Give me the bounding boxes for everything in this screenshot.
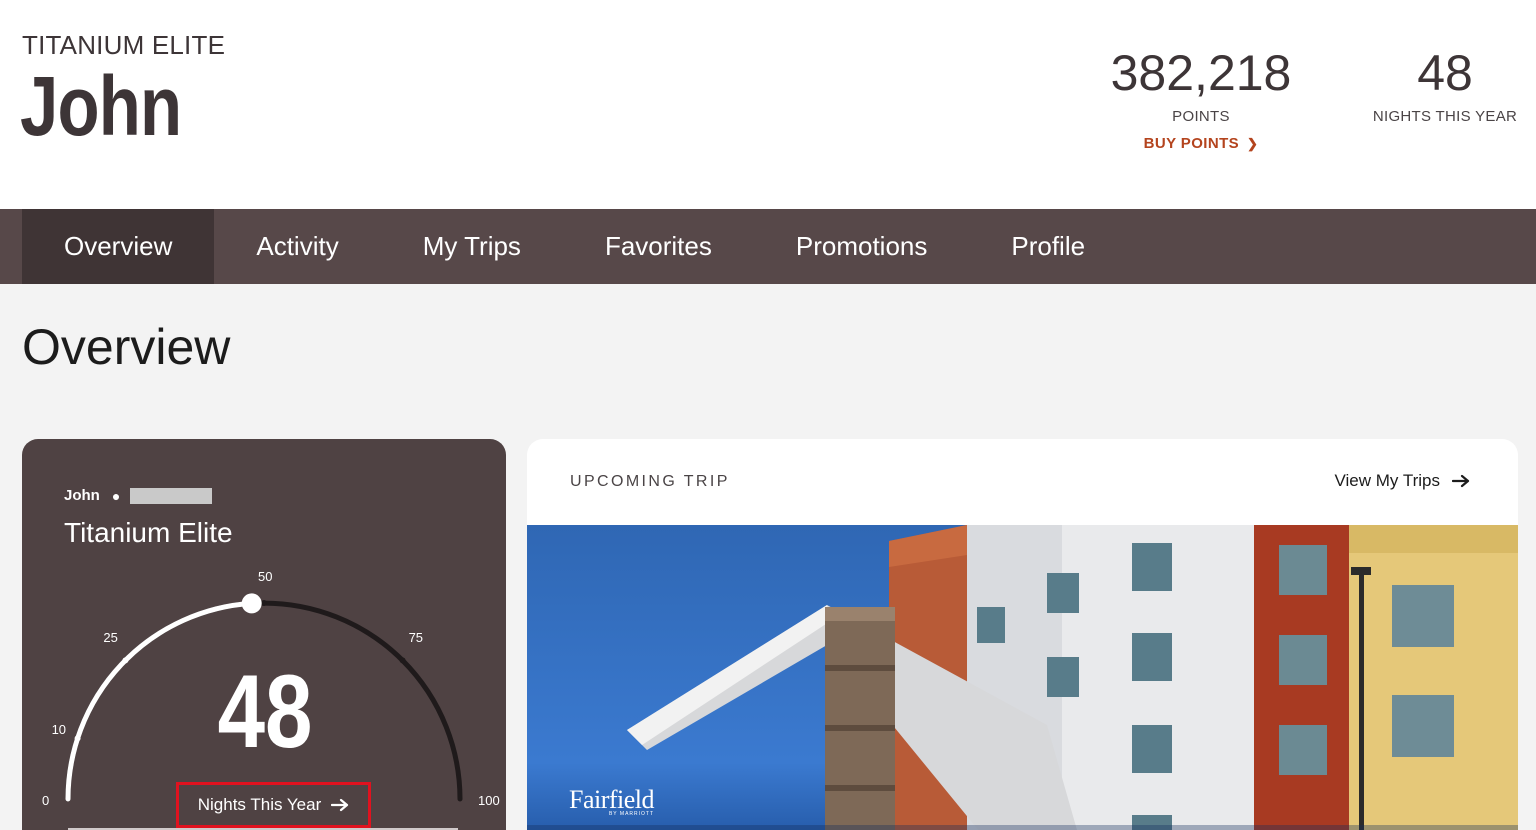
upcoming-trip-card: UPCOMING TRIP View My Trips Fairfield BY… [527, 439, 1518, 830]
gauge-tick-50: 50 [258, 569, 273, 584]
hotel-photo[interactable] [527, 525, 1518, 830]
gauge-marker-75 [399, 657, 406, 664]
points-value: 382,218 [1110, 45, 1292, 101]
gauge-marker-25 [122, 657, 129, 664]
view-my-trips-label: View My Trips [1334, 471, 1441, 490]
tab-favorites[interactable]: Favorites [563, 209, 754, 284]
gauge-knob [241, 593, 262, 614]
gauge-tick-100: 100 [478, 793, 500, 808]
tab-activity[interactable]: Activity [214, 209, 380, 284]
points-label: POINTS [1172, 108, 1230, 125]
nights-this-year-link[interactable]: Nights This Year [176, 782, 371, 828]
gauge-tick-10: 10 [51, 722, 67, 738]
tier-label: TITANIUM ELITE [22, 30, 226, 60]
chevron-right-icon: ❯ [1247, 136, 1259, 151]
account-nav: Overview Activity My Trips Favorites Pro… [0, 209, 1536, 284]
elite-status-card: John ● Titanium Elite 0 10 25 50 75 100 … [22, 439, 506, 830]
nights-label: NIGHTS THIS YEAR [1372, 108, 1518, 125]
tab-overview[interactable]: Overview [22, 209, 215, 284]
gauge-nights-number: 48 [217, 654, 313, 770]
nights-gauge [65, 593, 463, 802]
gauge-tick-75: 75 [408, 630, 424, 646]
member-name: John [20, 59, 182, 153]
arrow-right-icon [331, 798, 349, 812]
tab-my-trips[interactable]: My Trips [381, 209, 563, 284]
member-header: TITANIUM ELITE John 382,218 POINTS BUY P… [0, 0, 1536, 209]
nights-stat: 48 NIGHTS THIS YEAR [1360, 44, 1530, 125]
nights-value: 48 [1417, 45, 1473, 101]
points-stat: 382,218 POINTS BUY POINTS ❯ [1090, 44, 1312, 153]
buy-points-label: BUY POINTS [1143, 135, 1240, 152]
gauge-tick-25: 25 [103, 630, 118, 646]
page-title: Overview [22, 319, 231, 375]
upcoming-trip-heading: UPCOMING TRIP [570, 473, 730, 490]
view-my-trips-link[interactable]: View My Trips [1335, 471, 1471, 491]
arrow-right-icon [1452, 474, 1470, 488]
fairfield-logo: Fairfield BY MARRIOTT [569, 785, 655, 817]
nights-link-label: Nights This Year [197, 795, 322, 814]
brand-name: Fairfield [569, 785, 655, 814]
gauge-marker-50 [261, 600, 267, 606]
tab-promotions[interactable]: Promotions [754, 209, 970, 284]
gauge-tick-0: 0 [42, 793, 50, 808]
buy-points-link[interactable]: BUY POINTS ❯ [1144, 135, 1259, 152]
gauge-marker-10 [74, 735, 81, 742]
tab-profile[interactable]: Profile [969, 209, 1127, 284]
